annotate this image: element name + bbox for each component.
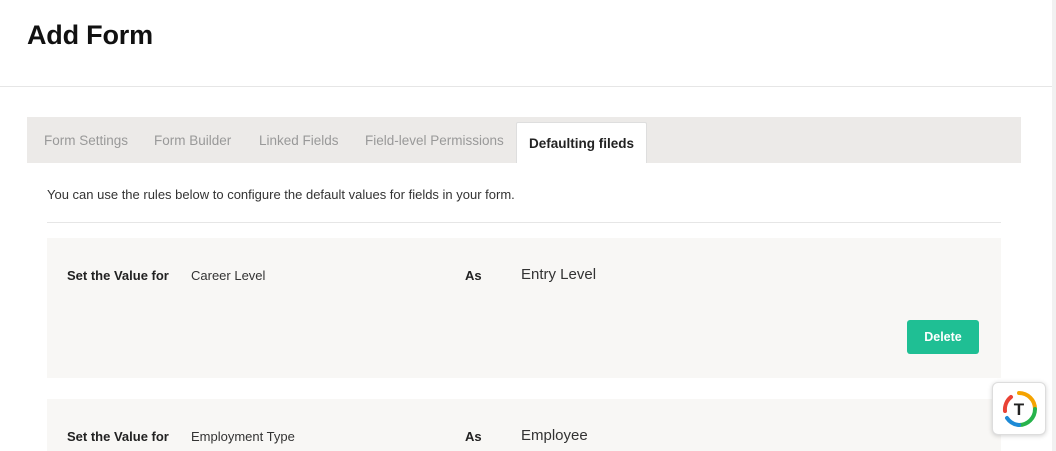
page-header: Add Form [0, 0, 1056, 87]
tab-linked-fields[interactable]: Linked Fields [259, 117, 339, 163]
rule-field[interactable]: Employment Type [191, 429, 295, 444]
rule-card: Set the Value for Employment Type As Emp… [47, 399, 1001, 451]
delete-button[interactable]: Delete [907, 320, 979, 354]
tab-form-settings[interactable]: Form Settings [44, 117, 128, 163]
widget-letter: T [1014, 400, 1025, 419]
t-logo-icon: T [1002, 390, 1037, 427]
help-widget-button[interactable]: T [992, 382, 1046, 435]
as-label: As [465, 268, 482, 283]
as-label: As [465, 429, 482, 444]
rule-value[interactable]: Entry Level [521, 266, 596, 283]
set-value-label: Set the Value for [67, 429, 169, 444]
rule-field[interactable]: Career Level [191, 268, 265, 283]
divider [47, 222, 1001, 223]
rule-value[interactable]: Employee [521, 427, 588, 444]
page-title: Add Form [27, 20, 153, 50]
tab-form-builder[interactable]: Form Builder [154, 117, 231, 163]
tab-field-level-permissions[interactable]: Field-level Permissions [365, 117, 504, 163]
tab-bar: Form Settings Form Builder Linked Fields… [27, 117, 1021, 163]
tab-defaulting-fields[interactable]: Defaulting fileds [516, 122, 648, 163]
intro-text: You can use the rules below to configure… [47, 187, 515, 202]
rule-card: Set the Value for Career Level As Entry … [47, 238, 1001, 378]
scrollbar[interactable] [1052, 0, 1056, 451]
set-value-label: Set the Value for [67, 268, 169, 283]
